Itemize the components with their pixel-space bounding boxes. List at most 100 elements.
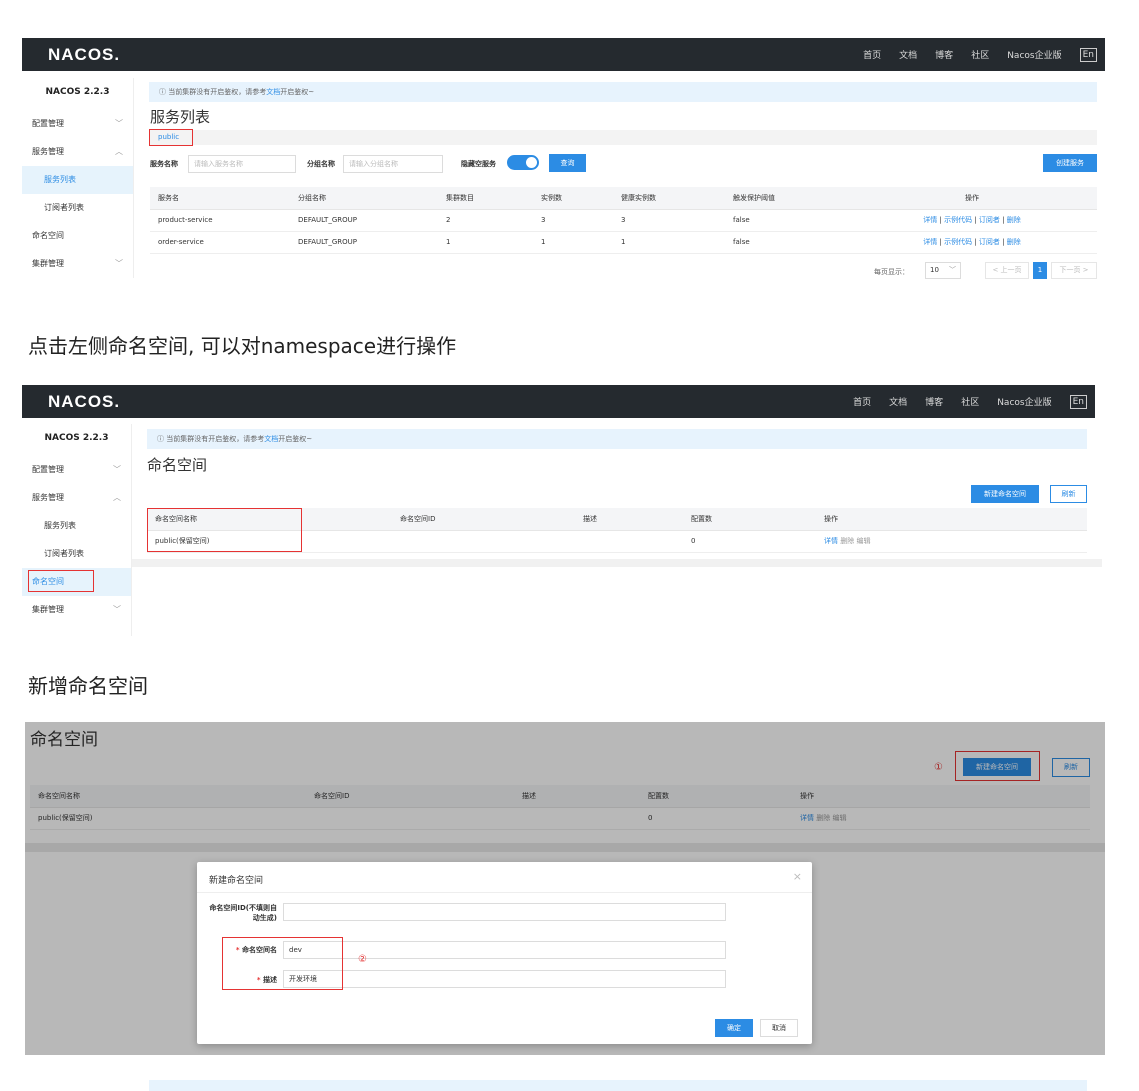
caption-1: 点击左侧命名空间, 可以对namespace进行操作: [28, 334, 457, 358]
nav-link-home[interactable]: 首页: [853, 395, 871, 408]
page-size-select[interactable]: 10 ﹀: [925, 262, 961, 279]
top-navbar: NACOS. 首页 文档 博客 社区 Nacos企业版 En: [22, 38, 1105, 71]
notice-doc-link[interactable]: 文档: [266, 88, 280, 96]
nav-link-community[interactable]: 社区: [961, 395, 979, 408]
language-toggle[interactable]: En: [1079, 47, 1097, 62]
row-actions: 详情 删除 编辑: [816, 530, 1087, 553]
nav-link-enterprise[interactable]: Nacos企业版: [1007, 48, 1061, 61]
sidebar: NACOS 2.2.3 配置管理 ﹀ 服务管理 ︿ 服务列表 订阅者列表 命名空间 …: [22, 78, 134, 278]
namespace-name-input[interactable]: dev: [283, 941, 726, 959]
sidebar-item-cluster[interactable]: 集群管理 ﹀: [22, 596, 131, 624]
close-icon[interactable]: ×: [793, 870, 802, 883]
sidebar-item-service-list[interactable]: 服务列表: [22, 166, 133, 194]
page-size-value: 10: [930, 266, 939, 274]
edit-link[interactable]: 编辑: [856, 537, 870, 545]
nav-link-enterprise[interactable]: Nacos企业版: [997, 395, 1051, 408]
sample-code-link[interactable]: 示例代码: [944, 238, 972, 246]
query-button[interactable]: 查询: [549, 154, 586, 172]
col-desc: 描述: [575, 508, 683, 531]
detail-link[interactable]: 详情: [824, 537, 838, 545]
chevron-down-icon: ﹀: [949, 266, 956, 274]
dialog-title: 新建命名空间: [209, 876, 264, 886]
sidebar-item-config[interactable]: 配置管理 ﹀: [22, 456, 131, 484]
table-cell: 3: [613, 209, 725, 232]
detail-link[interactable]: 详情: [923, 216, 937, 224]
col-healthy-count: 健康实例数: [613, 187, 725, 210]
delete-link[interactable]: 删除: [840, 537, 854, 545]
namespace-id-input[interactable]: [283, 903, 726, 921]
subscriber-link[interactable]: 订阅者: [979, 216, 1000, 224]
language-toggle[interactable]: En: [1069, 394, 1087, 409]
sidebar-item-label: 配置管理: [32, 119, 64, 128]
sidebar-item-subscriber-list[interactable]: 订阅者列表: [22, 194, 133, 222]
namespace-tab-bar: [149, 130, 1097, 145]
notice-doc-link[interactable]: 文档: [264, 435, 278, 443]
top-navbar: NACOS. 首页 文档 博客 社区 Nacos企业版 En: [22, 385, 1095, 418]
detail-link[interactable]: 详情: [923, 238, 937, 246]
subscriber-link[interactable]: 订阅者: [979, 238, 1000, 246]
nav-link-community[interactable]: 社区: [971, 48, 989, 61]
sidebar-item-label: 订阅者列表: [44, 203, 84, 212]
confirm-button[interactable]: 确定: [715, 1019, 753, 1037]
desc-input[interactable]: 开发环境: [283, 970, 726, 988]
service-name-input[interactable]: 请输入服务名称: [188, 155, 296, 173]
sidebar-item-service[interactable]: 服务管理 ︿: [22, 138, 133, 166]
col-ns-id: 命名空间ID: [392, 508, 575, 531]
nav-link-blog[interactable]: 博客: [925, 395, 943, 408]
create-service-button[interactable]: 创建服务: [1043, 154, 1097, 172]
notice-text-suffix: 开启鉴权~: [278, 435, 313, 443]
hide-empty-label: 隐藏空服务: [461, 160, 496, 168]
sidebar-item-config[interactable]: 配置管理 ﹀: [22, 110, 133, 138]
refresh-button[interactable]: 刷新: [1050, 485, 1087, 503]
sidebar-item-label: 服务列表: [44, 521, 76, 530]
chevron-up-icon: ︿: [115, 147, 123, 156]
new-namespace-button[interactable]: 新建命名空间: [971, 485, 1039, 503]
nav-link-home[interactable]: 首页: [863, 48, 881, 61]
sidebar-item-cluster[interactable]: 集群管理 ﹀: [22, 250, 133, 278]
table-cell: 0: [683, 530, 816, 553]
version-label: NACOS 2.2.3: [45, 87, 110, 97]
chevron-down-icon: ﹀: [113, 465, 121, 474]
row-actions: 详情 | 示例代码 | 订阅者 | 删除: [847, 209, 1097, 232]
notice-text-suffix: 开启鉴权~: [280, 88, 315, 96]
next-page-button[interactable]: 下一页 >: [1051, 262, 1097, 279]
page-1-button[interactable]: 1: [1033, 262, 1047, 279]
version-label: NACOS 2.2.3: [44, 433, 109, 443]
horizontal-scrollbar[interactable]: [132, 559, 1102, 567]
col-threshold: 触发保护阈值: [725, 187, 847, 210]
sample-code-link[interactable]: 示例代码: [944, 216, 972, 224]
col-instance-count: 实例数: [533, 187, 613, 210]
nav-link-docs[interactable]: 文档: [889, 395, 907, 408]
prev-page-button[interactable]: < 上一页: [985, 262, 1029, 279]
group-name-input[interactable]: 请输入分组名称: [343, 155, 443, 173]
sidebar-item-label: 服务管理: [32, 493, 64, 502]
hide-empty-toggle[interactable]: [507, 155, 539, 170]
row-actions: 详情 | 示例代码 | 订阅者 | 删除: [847, 231, 1097, 254]
table-cell: 1: [438, 231, 533, 254]
partial-notice-bar: [149, 1080, 1087, 1091]
page-size-label: 每页显示：: [874, 268, 909, 276]
sidebar-item-subscriber-list[interactable]: 订阅者列表: [22, 540, 131, 568]
sidebar-item-namespace[interactable]: 命名空间: [22, 222, 133, 250]
caption-2: 新增命名空间: [28, 674, 148, 698]
sidebar-item-service-list[interactable]: 服务列表: [22, 512, 131, 540]
delete-link[interactable]: 删除: [1007, 238, 1021, 246]
chevron-down-icon: ﹀: [115, 119, 123, 128]
col-actions: 操作: [816, 508, 1087, 531]
nav-link-docs[interactable]: 文档: [899, 48, 917, 61]
page-title: 命名空间: [147, 456, 208, 474]
sidebar-item-label: 服务管理: [32, 147, 64, 156]
cancel-button[interactable]: 取消: [760, 1019, 798, 1037]
delete-link[interactable]: 删除: [1007, 216, 1021, 224]
page-title: 服务列表: [150, 108, 211, 126]
col-actions: 操作: [847, 187, 1097, 210]
col-cluster-count: 集群数目: [438, 187, 533, 210]
sidebar-item-label: 订阅者列表: [44, 549, 84, 558]
table-cell: 3: [533, 209, 613, 232]
nav-link-blog[interactable]: 博客: [935, 48, 953, 61]
table-cell: 2: [438, 209, 533, 232]
table-cell: 1: [533, 231, 613, 254]
auth-notice: ⓘ 当前集群没有开启鉴权，请参考文档开启鉴权~: [149, 82, 1097, 102]
sidebar-item-service[interactable]: 服务管理 ︿: [22, 484, 131, 512]
table-cell: product-service: [150, 209, 290, 232]
